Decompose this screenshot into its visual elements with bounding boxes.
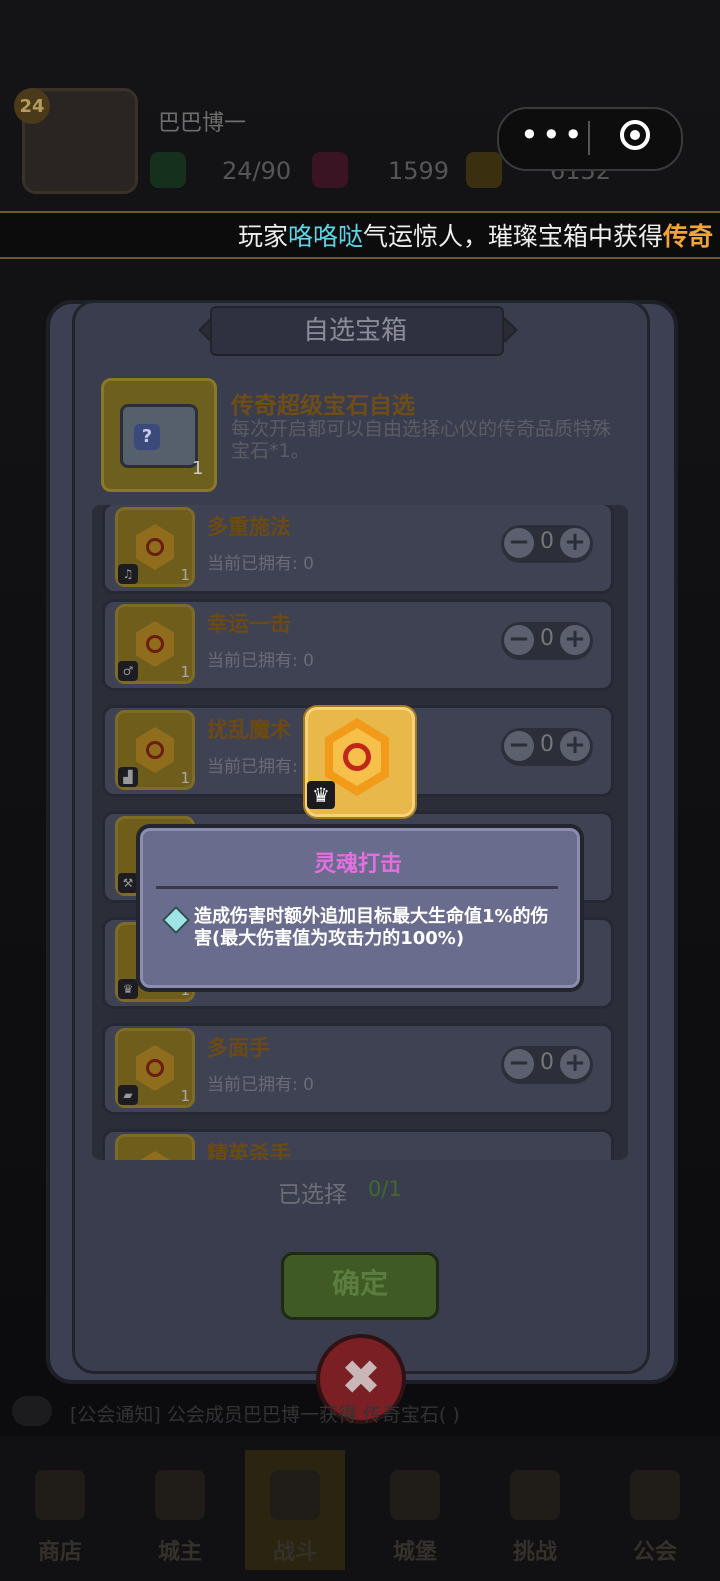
swirl-icon [146, 741, 164, 759]
gem-item[interactable]: ♂ 1 幸运一击 当前已拥有: 0 −0 + [102, 599, 614, 691]
quantity-stepper: −0 + [501, 622, 593, 660]
swirl-icon [343, 743, 371, 771]
capsule-divider [588, 121, 590, 155]
nav-castle[interactable]: 城堡 [365, 1450, 465, 1570]
minus-button[interactable]: − [504, 1049, 534, 1079]
gold-icon [466, 152, 502, 188]
marquee-tail: 传奇 [663, 222, 714, 251]
gem-icon [312, 152, 348, 188]
quantity-value: 0 [540, 529, 554, 554]
gem-slot: ♫ 1 [115, 507, 195, 587]
quantity-stepper: −0 + [501, 1046, 593, 1084]
gems-value: 1599 [388, 157, 450, 185]
minus-button[interactable]: − [504, 625, 534, 655]
gem-owned: 当前已拥有: 0 [207, 554, 314, 574]
gem-name: 扰乱魔术 [207, 718, 291, 742]
marquee-prefix: 玩家 [238, 222, 289, 251]
gem-slot: ▟ 1 [115, 710, 195, 790]
player-name: 巴巴博一 [158, 111, 247, 136]
tooltip-title: 灵魂打击 [313, 852, 402, 877]
more-dots-icon[interactable]: ••• [520, 119, 583, 155]
nav-guild[interactable]: 公会 [605, 1450, 705, 1570]
quantity-value: 0 [540, 626, 554, 651]
crown-icon [155, 1470, 205, 1520]
marquee-player-name: 咯咯哒 [288, 222, 364, 251]
tooltip-description: 造成伤害时额外追加目标最大生命值1%的伤害(最大伤害值为攻击力的100%) [194, 906, 549, 949]
gem-name: 多面手 [207, 1036, 270, 1060]
challenge-icon [510, 1470, 560, 1520]
guild-icon [630, 1470, 680, 1520]
nav-lord[interactable]: 城主 [130, 1450, 230, 1570]
gem-count: 1 [180, 566, 190, 584]
nav-shop[interactable]: 商店 [10, 1450, 110, 1570]
tag-icon: ⚒ [118, 873, 138, 893]
gem-owned: 当前已拥有: 0 [207, 1075, 314, 1095]
gem-count: 1 [180, 663, 190, 681]
plus-button[interactable]: + [560, 731, 590, 761]
swirl-icon [146, 1059, 164, 1077]
tag-icon: ♫ [118, 564, 138, 584]
shop-icon [35, 1470, 85, 1520]
plus-button[interactable]: + [560, 528, 590, 558]
plus-button[interactable]: + [560, 625, 590, 655]
quantity-value: 0 [540, 1050, 554, 1075]
chest-description: 每次开启都可以自由选择心仪的传奇品质特殊宝石*1。 [231, 418, 612, 462]
chat-icon [12, 1396, 52, 1426]
gem-icon [136, 1151, 174, 1160]
nav-battle[interactable]: 战斗 [245, 1450, 345, 1570]
minus-button[interactable]: − [504, 528, 534, 558]
crown-icon: ♛ [118, 979, 138, 999]
gem-count: 1 [180, 1087, 190, 1105]
gem-item[interactable]: 精英杀手 [102, 1129, 614, 1160]
stamina-value: 24/90 [222, 157, 292, 185]
gem-owned: 当前已拥有: 0 [207, 651, 314, 671]
plus-button[interactable]: + [560, 1049, 590, 1079]
swirl-icon [146, 538, 164, 556]
gem-item[interactable]: ▰ 1 多面手 当前已拥有: 0 −0 + [102, 1023, 614, 1115]
swirl-icon [146, 635, 164, 653]
quantity-value: 0 [540, 732, 554, 757]
chest-count: 1 [192, 458, 204, 479]
gem-slot: ▰ 1 [115, 1028, 195, 1108]
tag-icon: ▰ [118, 1085, 138, 1105]
chest-title: 传奇超级宝石自选 [231, 393, 415, 419]
stamina-icon [150, 152, 186, 188]
marquee-middle: 气运惊人，璀璨宝箱中获得 [363, 222, 664, 251]
castle-icon [390, 1470, 440, 1520]
gem-name: 精英杀手 [207, 1142, 291, 1160]
gem-name: 幸运一击 [207, 612, 291, 636]
quantity-stepper: −0 + [501, 525, 593, 563]
target-icon[interactable] [620, 120, 650, 150]
confirm-button[interactable]: 确定 [281, 1252, 439, 1320]
gem-count: 1 [180, 769, 190, 787]
swords-icon [270, 1470, 320, 1520]
selected-label: 已选择 [278, 1182, 347, 1208]
gem-item[interactable]: ♫ 1 多重施法 当前已拥有: 0 −0 + [102, 505, 614, 594]
level-badge: 24 [14, 88, 50, 124]
selected-count: 0/1 [368, 1177, 402, 1201]
modal-title: 自选宝箱 [302, 316, 407, 346]
announcement-marquee: 玩家咯咯哒气运惊人，璀璨宝箱中获得传奇 [0, 211, 720, 259]
crown-icon: ♛ [307, 781, 335, 809]
chest-question-badge: ? [134, 424, 160, 450]
minus-button[interactable]: − [504, 731, 534, 761]
tag-icon: ▟ [118, 767, 138, 787]
nav-challenge[interactable]: 挑战 [485, 1450, 585, 1570]
gem-owned: 当前已拥有: [207, 757, 298, 777]
tooltip-divider [156, 886, 558, 889]
gem-name: 多重施法 [207, 515, 291, 539]
gem-slot [115, 1134, 195, 1160]
tag-icon: ♂ [118, 661, 138, 681]
gem-slot: ♂ 1 [115, 604, 195, 684]
guild-notice: [公会通知] 公会成员巴巴博一获得 传奇宝石( ) [70, 1404, 460, 1426]
quantity-stepper: −0 + [501, 728, 593, 766]
